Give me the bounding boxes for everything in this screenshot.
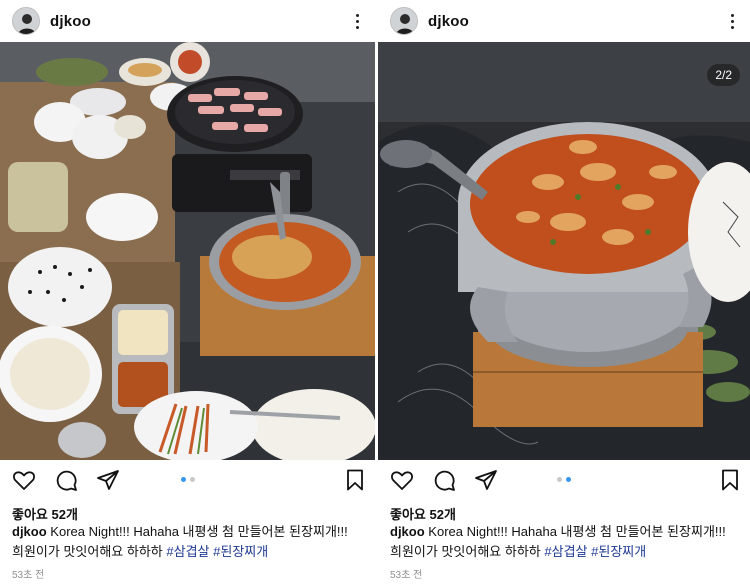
post-header: djkoo — [378, 0, 750, 42]
hashtag[interactable]: #된장찌개 — [213, 544, 268, 559]
post-header: djkoo — [0, 0, 375, 42]
more-icon[interactable] — [724, 10, 740, 32]
caption: djkoo Korea Night!!! Hahaha 내평생 첨 만들어본 된… — [390, 522, 742, 562]
post-card-2: djkoo 2/2 좋아요 52개 djkoo Korea Night!!! H… — [378, 0, 750, 585]
likes-count[interactable]: 좋아요 52개 — [12, 504, 78, 523]
caption: djkoo Korea Night!!! Hahaha 내평생 첨 만들어본 된… — [12, 522, 367, 562]
avatar[interactable] — [390, 7, 418, 35]
post-card-1: djkoo 좋아요 52개 djkoo Korea Night!!! Hahah… — [0, 0, 375, 585]
caption-text: Korea Night!!! Hahaha 내평생 첨 만들어본 된장찌개!!! — [428, 524, 726, 539]
carousel-dot-active — [566, 477, 571, 482]
caption-line-2: 희원이가 맛잇어해요 하하하 — [390, 544, 541, 559]
hashtag[interactable]: #삼겹살 — [544, 544, 587, 559]
post-photo[interactable] — [0, 42, 375, 460]
likes-count[interactable]: 좋아요 52개 — [390, 504, 456, 523]
carousel-indicator — [0, 477, 375, 482]
carousel-counter: 2/2 — [707, 64, 740, 86]
hashtag[interactable]: #삼겹살 — [166, 544, 209, 559]
carousel-dot — [557, 477, 562, 482]
caption-text: Korea Night!!! Hahaha 내평생 첨 만들어본 된장찌개!!! — [50, 524, 348, 539]
hashtag[interactable]: #된장찌개 — [591, 544, 646, 559]
username[interactable]: djkoo — [50, 13, 91, 30]
carousel-dot — [189, 477, 195, 482]
carousel-indicator — [378, 477, 750, 482]
carousel-dot-active — [180, 477, 186, 482]
timestamp: 53초 전 — [12, 570, 45, 581]
username[interactable]: djkoo — [428, 13, 469, 30]
avatar[interactable] — [12, 7, 40, 35]
post-photo[interactable] — [378, 42, 750, 460]
caption-username[interactable]: djkoo — [12, 524, 47, 539]
more-icon[interactable] — [349, 10, 365, 32]
caption-username[interactable]: djkoo — [390, 524, 425, 539]
timestamp: 53초 전 — [390, 570, 423, 581]
caption-line-2: 희원이가 맛잇어해요 하하하 — [12, 544, 163, 559]
